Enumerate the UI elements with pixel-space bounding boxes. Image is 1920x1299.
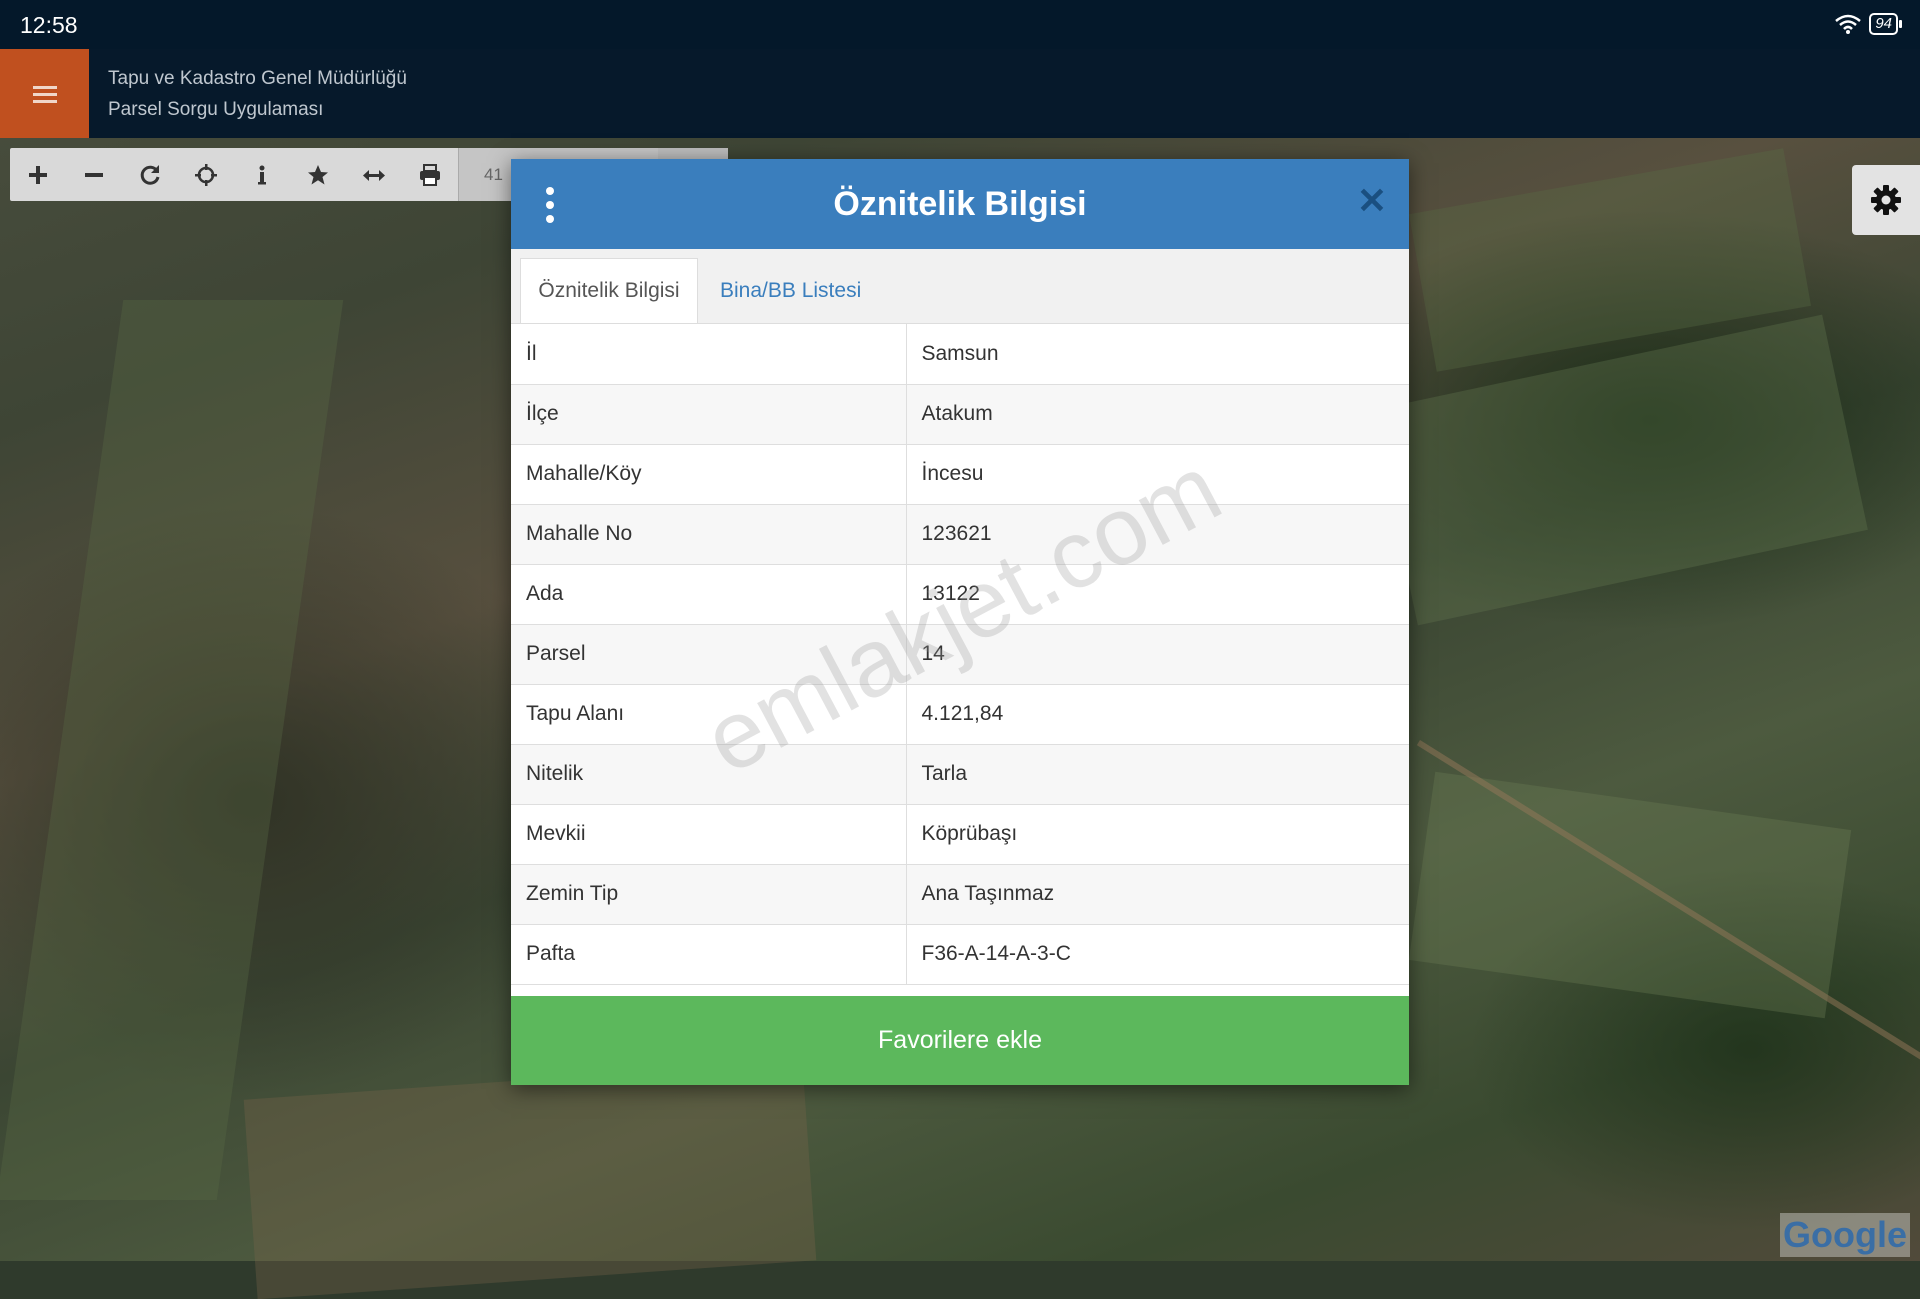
attribute-table: İl Samsun İlçe Atakum Mahalle/Köy İncesu Mahal… [511, 324, 1409, 985]
map-field [1408, 771, 1852, 1019]
attribute-key: İl [511, 324, 907, 385]
wifi-icon [1835, 14, 1862, 34]
dialog-title: Öznitelik Bilgisi [833, 184, 1087, 223]
table-row: Mevkii Köprübaşı [511, 804, 1409, 865]
attribute-value: Samsun [906, 324, 1409, 385]
close-icon[interactable]: ✕ [1357, 183, 1387, 219]
print-icon [420, 163, 440, 186]
attribute-value: 4.121,84 [906, 684, 1409, 745]
attribute-info-dialog: Öznitelik Bilgisi ✕ Öznitelik Bilgisi Bi… [511, 159, 1409, 1085]
map-field [0, 300, 344, 1200]
dialog-header: Öznitelik Bilgisi ✕ [511, 159, 1409, 249]
attribute-value: İncesu [906, 444, 1409, 505]
measure-button[interactable] [346, 148, 402, 201]
attribute-value: Atakum [906, 384, 1409, 445]
table-row: Mahalle No 123621 [511, 504, 1409, 565]
attribute-value: 13122 [906, 564, 1409, 625]
zoom-out-icon [85, 172, 103, 177]
more-options-icon[interactable] [545, 187, 555, 223]
attribute-value: 14 [906, 624, 1409, 685]
attribute-key: Nitelik [511, 744, 907, 805]
favorite-star-button[interactable] [290, 148, 346, 201]
table-row: Tapu Alanı 4.121,84 [511, 684, 1409, 745]
app-title-line1: Tapu ve Kadastro Genel Müdürlüğü [108, 68, 407, 89]
status-time: 12:58 [20, 12, 78, 38]
table-row: Ada 13122 [511, 564, 1409, 625]
status-bar: 12:58 94 [0, 0, 1920, 49]
table-row: Pafta F36-A-14-A-3-C [511, 924, 1409, 985]
zoom-out-button[interactable] [66, 148, 122, 201]
tab-attribute-info[interactable]: Öznitelik Bilgisi [520, 258, 698, 323]
google-logo: Google [1780, 1213, 1910, 1257]
locate-button[interactable] [178, 148, 234, 201]
gear-icon [1871, 185, 1901, 215]
app-title: Tapu ve Kadastro Genel Müdürlüğü Parsel … [108, 63, 407, 125]
attribute-key: Mevkii [511, 804, 907, 865]
battery-icon: 94 [1869, 13, 1902, 35]
dialog-tabs: Öznitelik Bilgisi Bina/BB Listesi [511, 249, 1409, 324]
table-row: Parsel 14 [511, 624, 1409, 685]
tab-building-list[interactable]: Bina/BB Listesi [720, 258, 861, 323]
table-row: Zemin Tip Ana Taşınmaz [511, 864, 1409, 925]
print-button[interactable] [402, 148, 458, 201]
table-row: İlçe Atakum [511, 384, 1409, 445]
zoom-in-button[interactable] [10, 148, 66, 201]
menu-button[interactable] [0, 49, 89, 138]
info-icon [258, 165, 266, 184]
app-header: Tapu ve Kadastro Genel Müdürlüğü Parsel … [0, 49, 1920, 138]
attribute-key: Ada [511, 564, 907, 625]
attribute-key: Pafta [511, 924, 907, 985]
map-field [243, 1060, 817, 1299]
attribute-key: İlçe [511, 384, 907, 445]
status-icons: 94 [1835, 13, 1902, 35]
locate-icon [195, 163, 217, 186]
refresh-button[interactable] [122, 148, 178, 201]
attribute-value: Tarla [906, 744, 1409, 805]
attribute-key: Tapu Alanı [511, 684, 907, 745]
refresh-icon [140, 164, 160, 185]
zoom-in-icon [29, 165, 47, 184]
attribute-value: Köprübaşı [906, 804, 1409, 865]
attribute-key: Parsel [511, 624, 907, 685]
attribute-value: Ana Taşınmaz [906, 864, 1409, 925]
app-title-line2: Parsel Sorgu Uygulaması [108, 99, 324, 120]
measure-icon [363, 169, 385, 181]
table-row: İl Samsun [511, 324, 1409, 385]
attribute-value: 123621 [906, 504, 1409, 565]
table-row: Nitelik Tarla [511, 744, 1409, 805]
star-icon [308, 164, 328, 184]
settings-button[interactable] [1852, 165, 1920, 235]
info-button[interactable] [234, 148, 290, 201]
add-to-favorites-button[interactable]: Favorilere ekle [511, 996, 1409, 1085]
hamburger-icon [32, 85, 57, 103]
table-row: Mahalle/Köy İncesu [511, 444, 1409, 505]
attribute-key: Mahalle No [511, 504, 907, 565]
attribute-value: F36-A-14-A-3-C [906, 924, 1409, 985]
attribute-key: Zemin Tip [511, 864, 907, 925]
attribute-key: Mahalle/Köy [511, 444, 907, 505]
